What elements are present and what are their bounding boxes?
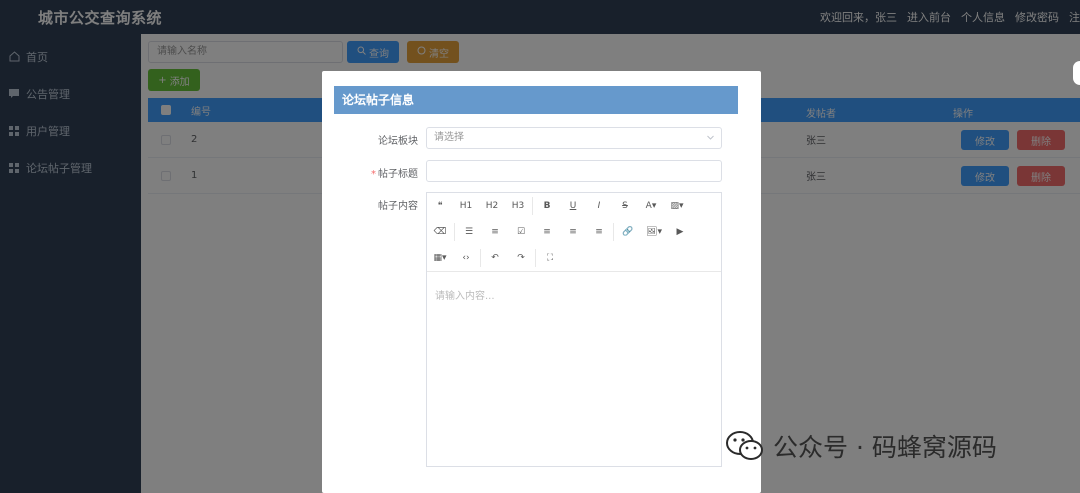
toolbar-row: ❝ H1 H2 H3 B U I S A▾ ▨▾ [427, 193, 721, 219]
table-icon[interactable]: ▦▾ [427, 245, 453, 271]
video-icon[interactable]: ▶ [667, 219, 693, 245]
post-title-label-text: 帖子标题 [378, 169, 418, 180]
bold-icon[interactable]: B [534, 193, 560, 219]
blockquote-icon[interactable]: ❝ [427, 193, 453, 219]
heading3-button[interactable]: H3 [505, 193, 531, 219]
section-select[interactable]: 请选择 [426, 127, 722, 149]
side-handle[interactable] [1073, 61, 1080, 85]
dialog-title: 论坛帖子信息 [334, 86, 738, 114]
watermark: 公众号 · 码蜂窝源码 [725, 428, 997, 464]
eraser-icon[interactable]: ⌫ [427, 219, 453, 245]
toolbar-row: ▦▾ ‹› ↶ ↷ ⛶ [427, 245, 721, 271]
content-label: 帖子内容 [378, 201, 418, 212]
underline-icon[interactable]: U [560, 193, 586, 219]
editor-content-area[interactable]: 请输入内容... [427, 273, 721, 467]
background-color-icon[interactable]: ▨▾ [664, 193, 690, 219]
strikethrough-icon[interactable]: S [612, 193, 638, 219]
toolbar-divider [480, 249, 481, 267]
chevron-down-icon [707, 135, 714, 140]
post-title-input[interactable] [426, 160, 722, 182]
wechat-logo-icon [726, 431, 763, 460]
redo-icon[interactable]: ↷ [508, 245, 534, 271]
link-icon[interactable]: 🔗 [615, 219, 641, 245]
rich-text-editor: ❝ H1 H2 H3 B U I S A▾ ▨▾ ⌫ ☰ ≡ ☑ ≡ ≡ ≡ 🔗… [426, 192, 722, 467]
image-icon[interactable]: 🖼▾ [641, 219, 667, 245]
code-icon[interactable]: ‹› [453, 245, 479, 271]
watermark-text: 公众号 · 码蜂窝源码 [773, 433, 997, 462]
toolbar-divider [532, 197, 533, 215]
toolbar-divider [454, 223, 455, 241]
editor-toolbar: ❝ H1 H2 H3 B U I S A▾ ▨▾ ⌫ ☰ ≡ ☑ ≡ ≡ ≡ 🔗… [427, 193, 721, 272]
required-mark: * [371, 169, 376, 180]
toolbar-divider [613, 223, 614, 241]
forum-post-dialog: 论坛帖子信息 论坛板块 请选择 * 帖子标题 帖子内容 ❝ H1 H2 H3 B … [322, 71, 761, 493]
todo-list-icon[interactable]: ☑ [508, 219, 534, 245]
align-justify-icon[interactable]: ≡ [586, 219, 612, 245]
bullet-list-icon[interactable]: ☰ [456, 219, 482, 245]
numbered-list-icon[interactable]: ≡ [482, 219, 508, 245]
italic-icon[interactable]: I [586, 193, 612, 219]
font-color-icon[interactable]: A▾ [638, 193, 664, 219]
undo-icon[interactable]: ↶ [482, 245, 508, 271]
toolbar-divider [535, 249, 536, 267]
heading1-button[interactable]: H1 [453, 193, 479, 219]
section-placeholder: 请选择 [434, 132, 464, 143]
section-label: 论坛板块 [378, 136, 418, 147]
post-title-label: * 帖子标题 [338, 165, 418, 180]
align-left-icon[interactable]: ≡ [534, 219, 560, 245]
toolbar-row: ⌫ ☰ ≡ ☑ ≡ ≡ ≡ 🔗 🖼▾ ▶ [427, 219, 721, 245]
fullscreen-icon[interactable]: ⛶ [537, 245, 563, 271]
align-center-icon[interactable]: ≡ [560, 219, 586, 245]
heading2-button[interactable]: H2 [479, 193, 505, 219]
